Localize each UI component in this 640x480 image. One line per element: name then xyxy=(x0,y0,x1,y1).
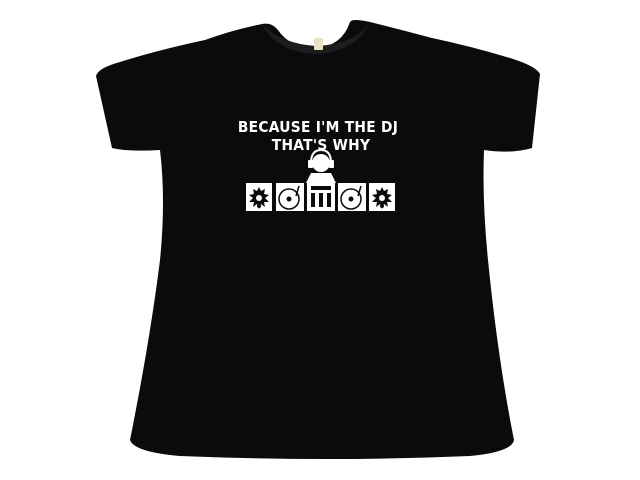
print-text-line-1: BECAUSE I'M THE DJ xyxy=(237,118,399,136)
shirt-body xyxy=(96,20,540,459)
turntable-icon xyxy=(338,183,366,211)
product-photo: BECAUSE I'M THE DJ THAT'S WHY xyxy=(0,0,640,480)
t-shirt xyxy=(96,20,540,459)
speaker-icon xyxy=(246,183,272,211)
neck-tag xyxy=(314,38,323,50)
mixer-icon xyxy=(307,183,335,211)
print-text-line-2: THAT'S WHY xyxy=(271,136,371,154)
turntable-icon xyxy=(276,183,304,211)
speaker-icon xyxy=(369,183,395,211)
